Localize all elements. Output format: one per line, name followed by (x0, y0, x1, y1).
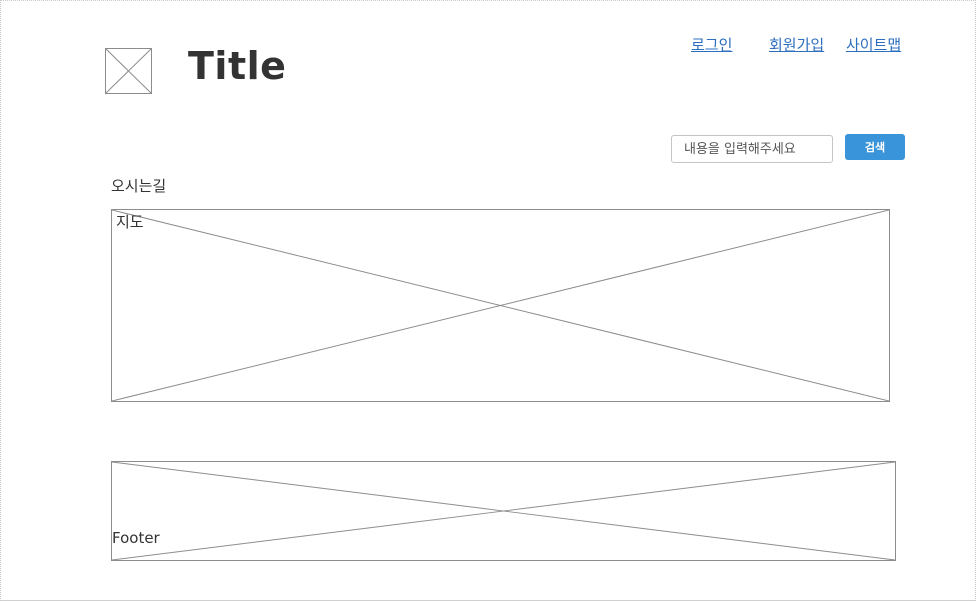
search-input[interactable] (671, 135, 833, 163)
logo-placeholder-icon (105, 48, 152, 94)
login-link[interactable]: 로그인 (691, 34, 732, 55)
map-placeholder: 지도 (111, 209, 890, 402)
sitemap-link[interactable]: 사이트맵 (846, 34, 901, 55)
section-heading: 오시는길 (111, 177, 167, 195)
footer-label: Footer (112, 529, 160, 547)
map-label: 지도 (116, 213, 144, 231)
page-title: Title (188, 44, 287, 88)
signup-link[interactable]: 회원가입 (769, 34, 824, 55)
footer-placeholder: Footer (111, 461, 896, 561)
search-button[interactable]: 검색 (845, 134, 905, 160)
